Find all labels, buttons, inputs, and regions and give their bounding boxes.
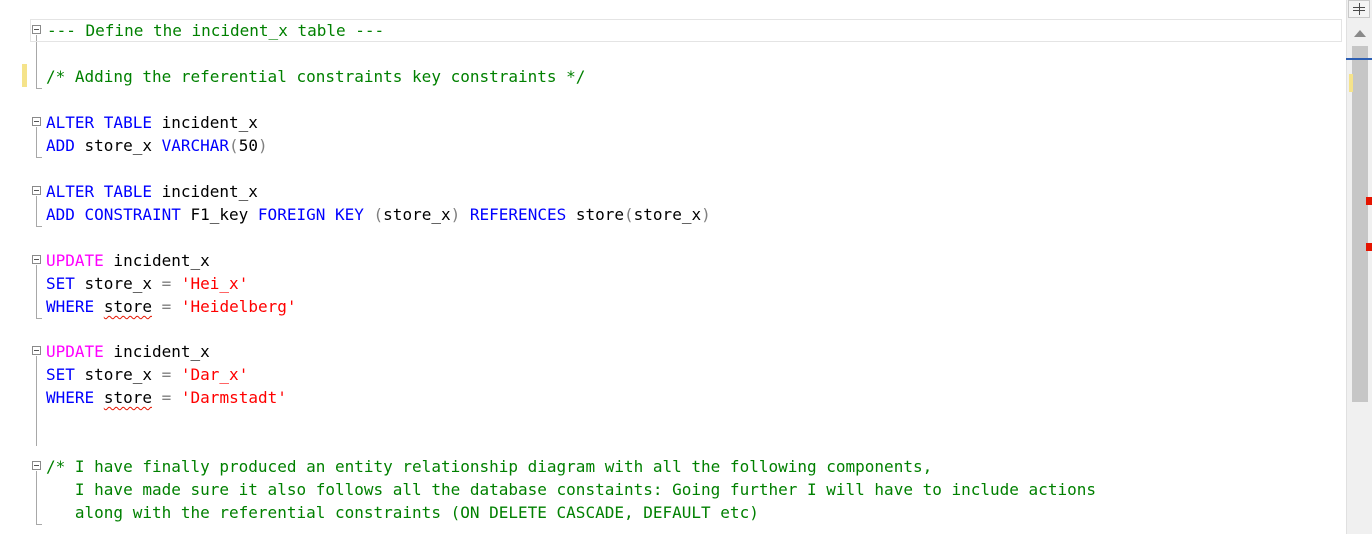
code-token: ALTER TABLE [46,113,152,132]
code-token: SET [46,274,75,293]
code-token: incident_x [151,182,258,201]
code-token: WHERE [46,297,95,316]
code-token: 'Heidelberg' [180,297,297,316]
code-line[interactable]: /* Adding the referential constraints ke… [46,65,585,88]
code-token: SET [46,365,75,384]
code-token: incident_x [103,342,210,361]
code-token: store [103,297,152,316]
code-token: along with the referential constraints (… [46,503,759,522]
code-token: store [566,205,625,224]
code-token: ( [624,205,634,224]
code-token: ) [701,205,711,224]
code-line[interactable]: SET store_x = 'Dar_x' [46,363,248,386]
code-token: ) [450,205,461,224]
code-token: ( [229,136,239,155]
code-token: = [161,388,172,407]
scroll-up-arrow-icon[interactable] [1354,30,1366,37]
split-window-icon[interactable] [1348,0,1370,18]
code-lines[interactable]: --- Define the incident_x table --- /* Ad… [0,0,1346,534]
code-token: REFERENCES [469,205,567,224]
code-token: store_x [74,274,162,293]
error-map-marker [1366,243,1372,251]
code-token: FOREIGN KEY [257,205,364,224]
code-token: VARCHAR [161,136,230,155]
code-token: ADD CONSTRAINT [46,205,181,224]
code-token: = [161,297,172,316]
code-line[interactable]: /* I have finally produced an entity rel… [46,455,932,478]
code-token: 'Hei_x' [180,274,249,293]
code-line[interactable]: ADD store_x VARCHAR(50) [46,134,268,157]
error-map-marker [1366,197,1372,205]
code-line[interactable]: ALTER TABLE incident_x [46,180,258,203]
code-line[interactable]: I have made sure it also follows all the… [46,478,1096,501]
code-token: /* Adding the referential constraints ke… [46,67,586,86]
code-token: --- Define the incident_x table --- [47,21,385,40]
code-token: ) [257,136,268,155]
code-token: ADD [46,136,75,155]
code-token: = [161,274,172,293]
code-line[interactable]: ALTER TABLE incident_x [46,111,258,134]
code-line[interactable]: SET store_x = 'Hei_x' [46,272,248,295]
code-token: store [103,388,152,407]
code-token: F1_key [180,205,258,224]
code-token: incident_x [151,113,258,132]
code-line[interactable]: --- Define the incident_x table --- [30,19,1342,42]
code-token: = [161,365,172,384]
code-token: store_x [74,136,162,155]
code-token: ALTER TABLE [46,182,152,201]
code-token: store_x [633,205,702,224]
code-token: /* I have finally produced an entity rel… [46,457,933,476]
scrollbar-thumb[interactable] [1352,46,1368,402]
code-token: ( [373,205,384,224]
code-token: UPDATE [46,342,104,361]
code-line[interactable]: WHERE store = 'Heidelberg' [46,295,297,318]
code-token: I have made sure it also follows all the… [46,480,1096,499]
code-token: WHERE [46,388,95,407]
code-line[interactable]: WHERE store = 'Darmstadt' [46,386,287,409]
change-map-marker [1349,74,1353,92]
code-line[interactable]: UPDATE incident_x [46,249,210,272]
code-line[interactable]: UPDATE incident_x [46,340,210,363]
code-token: incident_x [103,251,210,270]
code-token: UPDATE [46,251,104,270]
code-token: store_x [74,365,162,384]
sql-editor[interactable]: --- Define the incident_x table --- /* Ad… [0,0,1346,534]
code-token: store_x [383,205,451,224]
code-token: 'Darmstadt' [180,388,287,407]
code-token: 'Dar_x' [180,365,249,384]
code-token: 50 [238,136,258,155]
code-line[interactable]: along with the referential constraints (… [46,501,759,524]
caret-position-marker [1346,58,1372,60]
code-line[interactable]: ADD CONSTRAINT F1_key FOREIGN KEY (store… [46,203,711,226]
